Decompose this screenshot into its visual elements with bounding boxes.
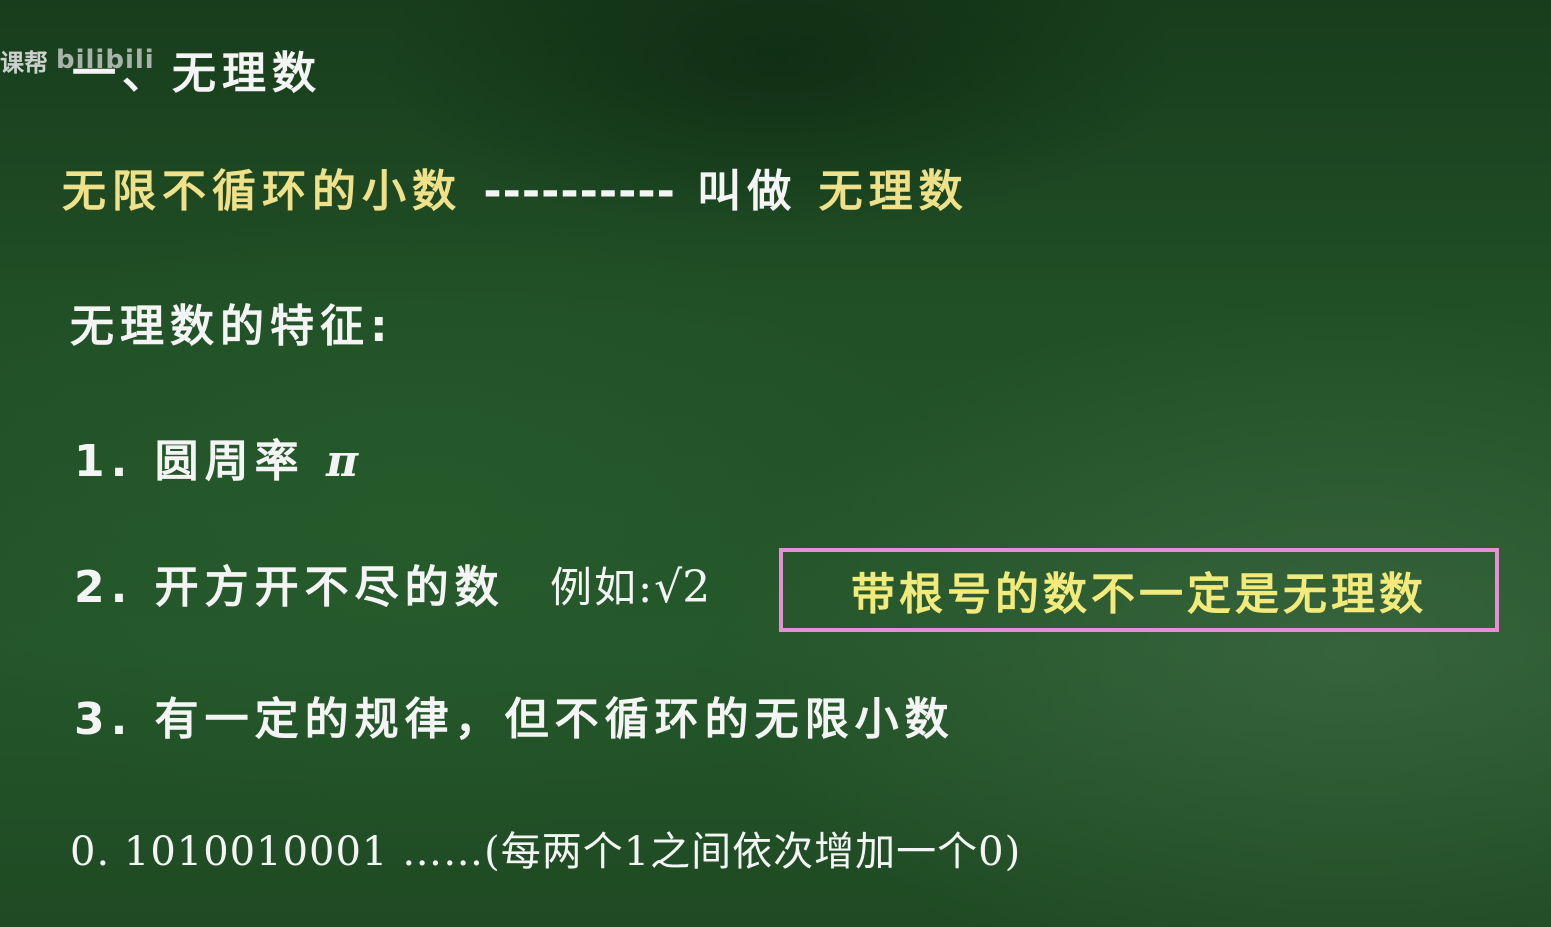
callout-text: 带根号的数不一定是无理数 — [851, 569, 1427, 620]
feature-text: 有一定的规律，但不循环的无限小数 — [154, 694, 955, 745]
definition-dashes: ---------- — [483, 166, 676, 217]
definition-result: 无理数 — [818, 166, 969, 217]
feature-text: 开方开不尽的数 — [154, 562, 505, 613]
feature-item-3: 3. 有一定的规律，但不循环的无限小数 — [74, 698, 955, 742]
feature-number: 3. — [74, 694, 134, 745]
feature-item-2: 2. 开方开不尽的数 例如:√2 — [74, 566, 710, 610]
watermark-text: 课帮 — [0, 48, 48, 77]
feature-item-1: 1. 圆周率 π — [74, 440, 358, 484]
feature-text: 圆周率 — [154, 436, 305, 487]
definition-term: 无限不循环的小数 — [62, 166, 462, 217]
sqrt-two: √2 — [654, 562, 711, 613]
definition-line: 无限不循环的小数 ---------- 叫做 无理数 — [62, 170, 969, 214]
feature-number: 1. — [74, 436, 134, 487]
pi-symbol: π — [326, 436, 359, 487]
section-heading: 一、无理数 — [72, 48, 322, 99]
definition-verb: 叫做 — [697, 166, 798, 217]
features-title: 无理数的特征: — [70, 301, 394, 352]
feature-number: 2. — [74, 562, 134, 613]
example-number: 0. 1010010001 ……(每两个1之间依次增加一个0) — [70, 829, 1022, 875]
example-label: 例如: — [550, 563, 655, 612]
callout-box: 带根号的数不一定是无理数 — [779, 548, 1499, 632]
